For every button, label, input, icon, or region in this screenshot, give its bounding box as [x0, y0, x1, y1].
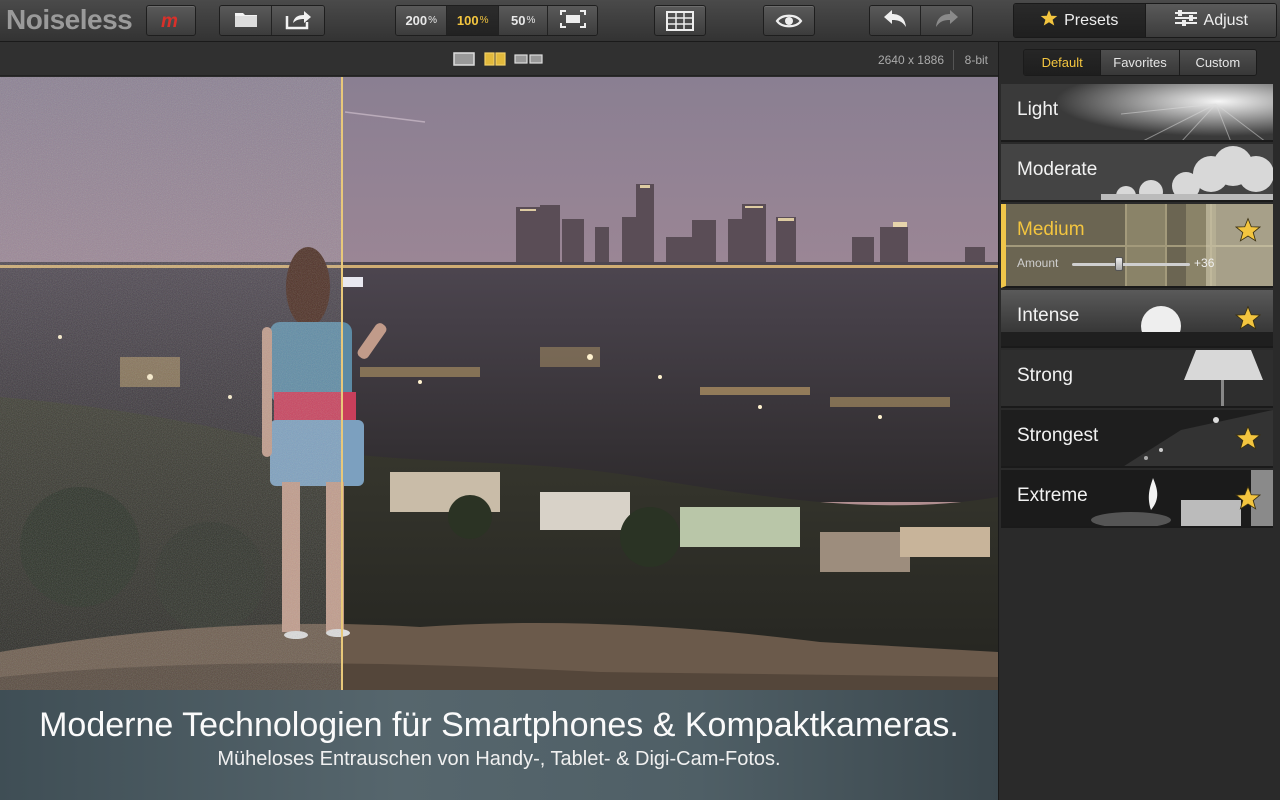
history-group [869, 5, 973, 36]
tab-favorites[interactable]: Favorites [1100, 50, 1179, 75]
tab-default[interactable]: Default [1024, 50, 1101, 75]
share-icon [284, 8, 312, 33]
star-icon [1040, 9, 1058, 32]
tab-adjust-label: Adjust [1203, 11, 1248, 29]
preset-strong-label: Strong [1017, 365, 1073, 386]
favorite-star-icon[interactable] [1234, 425, 1262, 456]
sliders-icon [1174, 9, 1198, 32]
preset-strongest-label: Strongest [1017, 425, 1099, 446]
photo-canvas[interactable] [0, 77, 998, 690]
tab-custom[interactable]: Custom [1178, 50, 1256, 75]
zoom-200-button[interactable]: 200% [396, 6, 448, 35]
preset-extreme[interactable]: Extreme [1001, 470, 1273, 528]
app-title: Noiseless [6, 4, 133, 35]
before-after-divider[interactable] [341, 77, 343, 690]
share-button[interactable] [272, 6, 324, 35]
promo-caption: Moderne Technologien für Smartphones & K… [0, 690, 998, 800]
preset-category-tabs: Default Favorites Custom [1023, 49, 1257, 76]
compare-preview-button[interactable] [763, 5, 815, 36]
file-actions-group [219, 5, 325, 36]
m-logo-icon: m [159, 12, 183, 30]
favorite-star-icon[interactable] [1234, 485, 1262, 516]
fit-to-screen-button[interactable] [548, 6, 597, 35]
folder-icon [233, 9, 259, 32]
city-night-photo [0, 77, 998, 690]
eye-icon [775, 12, 803, 30]
zoom-100-label: 100 [456, 13, 479, 28]
undo-button[interactable] [870, 6, 922, 35]
favorite-star-icon[interactable] [1234, 305, 1262, 336]
undo-icon [882, 9, 908, 32]
preset-light[interactable]: Light [1001, 84, 1273, 142]
preset-intense-label: Intense [1017, 305, 1080, 326]
svg-text:m: m [161, 12, 178, 30]
toolbar: Noiseless m 200% 100% 50 % Presets Adjus… [0, 0, 1280, 42]
zoom-100-button[interactable]: 100% [447, 6, 499, 35]
redo-button[interactable] [921, 6, 972, 35]
amount-label: Amount [1017, 256, 1059, 270]
zoom-50-button[interactable]: 50% [498, 6, 549, 35]
preset-medium[interactable]: Medium Amount +36 [1001, 204, 1273, 288]
amount-number: 36 [1201, 256, 1215, 270]
bit-depth: 8-bit [964, 53, 988, 67]
open-button[interactable] [220, 6, 273, 35]
app-window: Noiseless m 200% 100% 50 % Presets Adjus… [0, 0, 1280, 800]
preset-moderate-label: Moderate [1017, 159, 1098, 180]
zoom-200-label: 200 [405, 13, 428, 28]
split-view-icon[interactable] [484, 52, 506, 71]
zoom-100-unit: % [479, 15, 489, 26]
zoom-group: 200% 100% 50% [395, 5, 598, 36]
amount-slider-thumb[interactable] [1115, 257, 1123, 271]
presets-panel: Default Favorites Custom Light Moderate [998, 42, 1280, 800]
zoom-50-unit: % [526, 15, 536, 26]
preset-medium-thumbnail [1006, 204, 1273, 286]
tab-presets-label: Presets [1064, 11, 1119, 29]
preset-moderate[interactable]: Moderate [1001, 144, 1273, 202]
preset-strongest[interactable]: Strongest [1001, 410, 1273, 468]
zoom-200-unit: % [428, 15, 438, 26]
divider [953, 50, 954, 70]
fit-screen-icon [559, 10, 586, 31]
redo-icon [934, 9, 960, 32]
caption-subtitle: Müheloses Entrauschen von Handy-, Tablet… [217, 748, 781, 770]
preset-light-label: Light [1017, 99, 1059, 120]
preset-extreme-label: Extreme [1017, 485, 1088, 506]
favorite-star-icon[interactable] [1234, 217, 1262, 248]
single-view-icon[interactable] [453, 52, 475, 71]
macphun-logo-button[interactable]: m [146, 5, 196, 36]
side-by-side-view-icon[interactable] [514, 52, 544, 71]
tab-adjust[interactable]: Adjust [1144, 4, 1276, 37]
caption-title: Moderne Technologien für Smartphones & K… [39, 706, 959, 744]
image-dimensions: 2640 x 1886 [877, 53, 944, 67]
tab-presets[interactable]: Presets [1014, 4, 1145, 37]
preset-strong[interactable]: Strong [1001, 350, 1273, 408]
viewer-bar: 2640 x 1886 8-bit [0, 42, 998, 76]
preset-intense[interactable]: Intense [1001, 290, 1273, 348]
histogram-button[interactable] [654, 5, 706, 36]
amount-value: +36 [1194, 256, 1215, 270]
preset-medium-label: Medium [1017, 219, 1085, 240]
amount-slider-track[interactable] [1072, 263, 1190, 266]
grid-icon [666, 10, 694, 31]
zoom-50-label: 50 [511, 13, 526, 28]
mode-switcher: Presets Adjust [1013, 3, 1277, 38]
